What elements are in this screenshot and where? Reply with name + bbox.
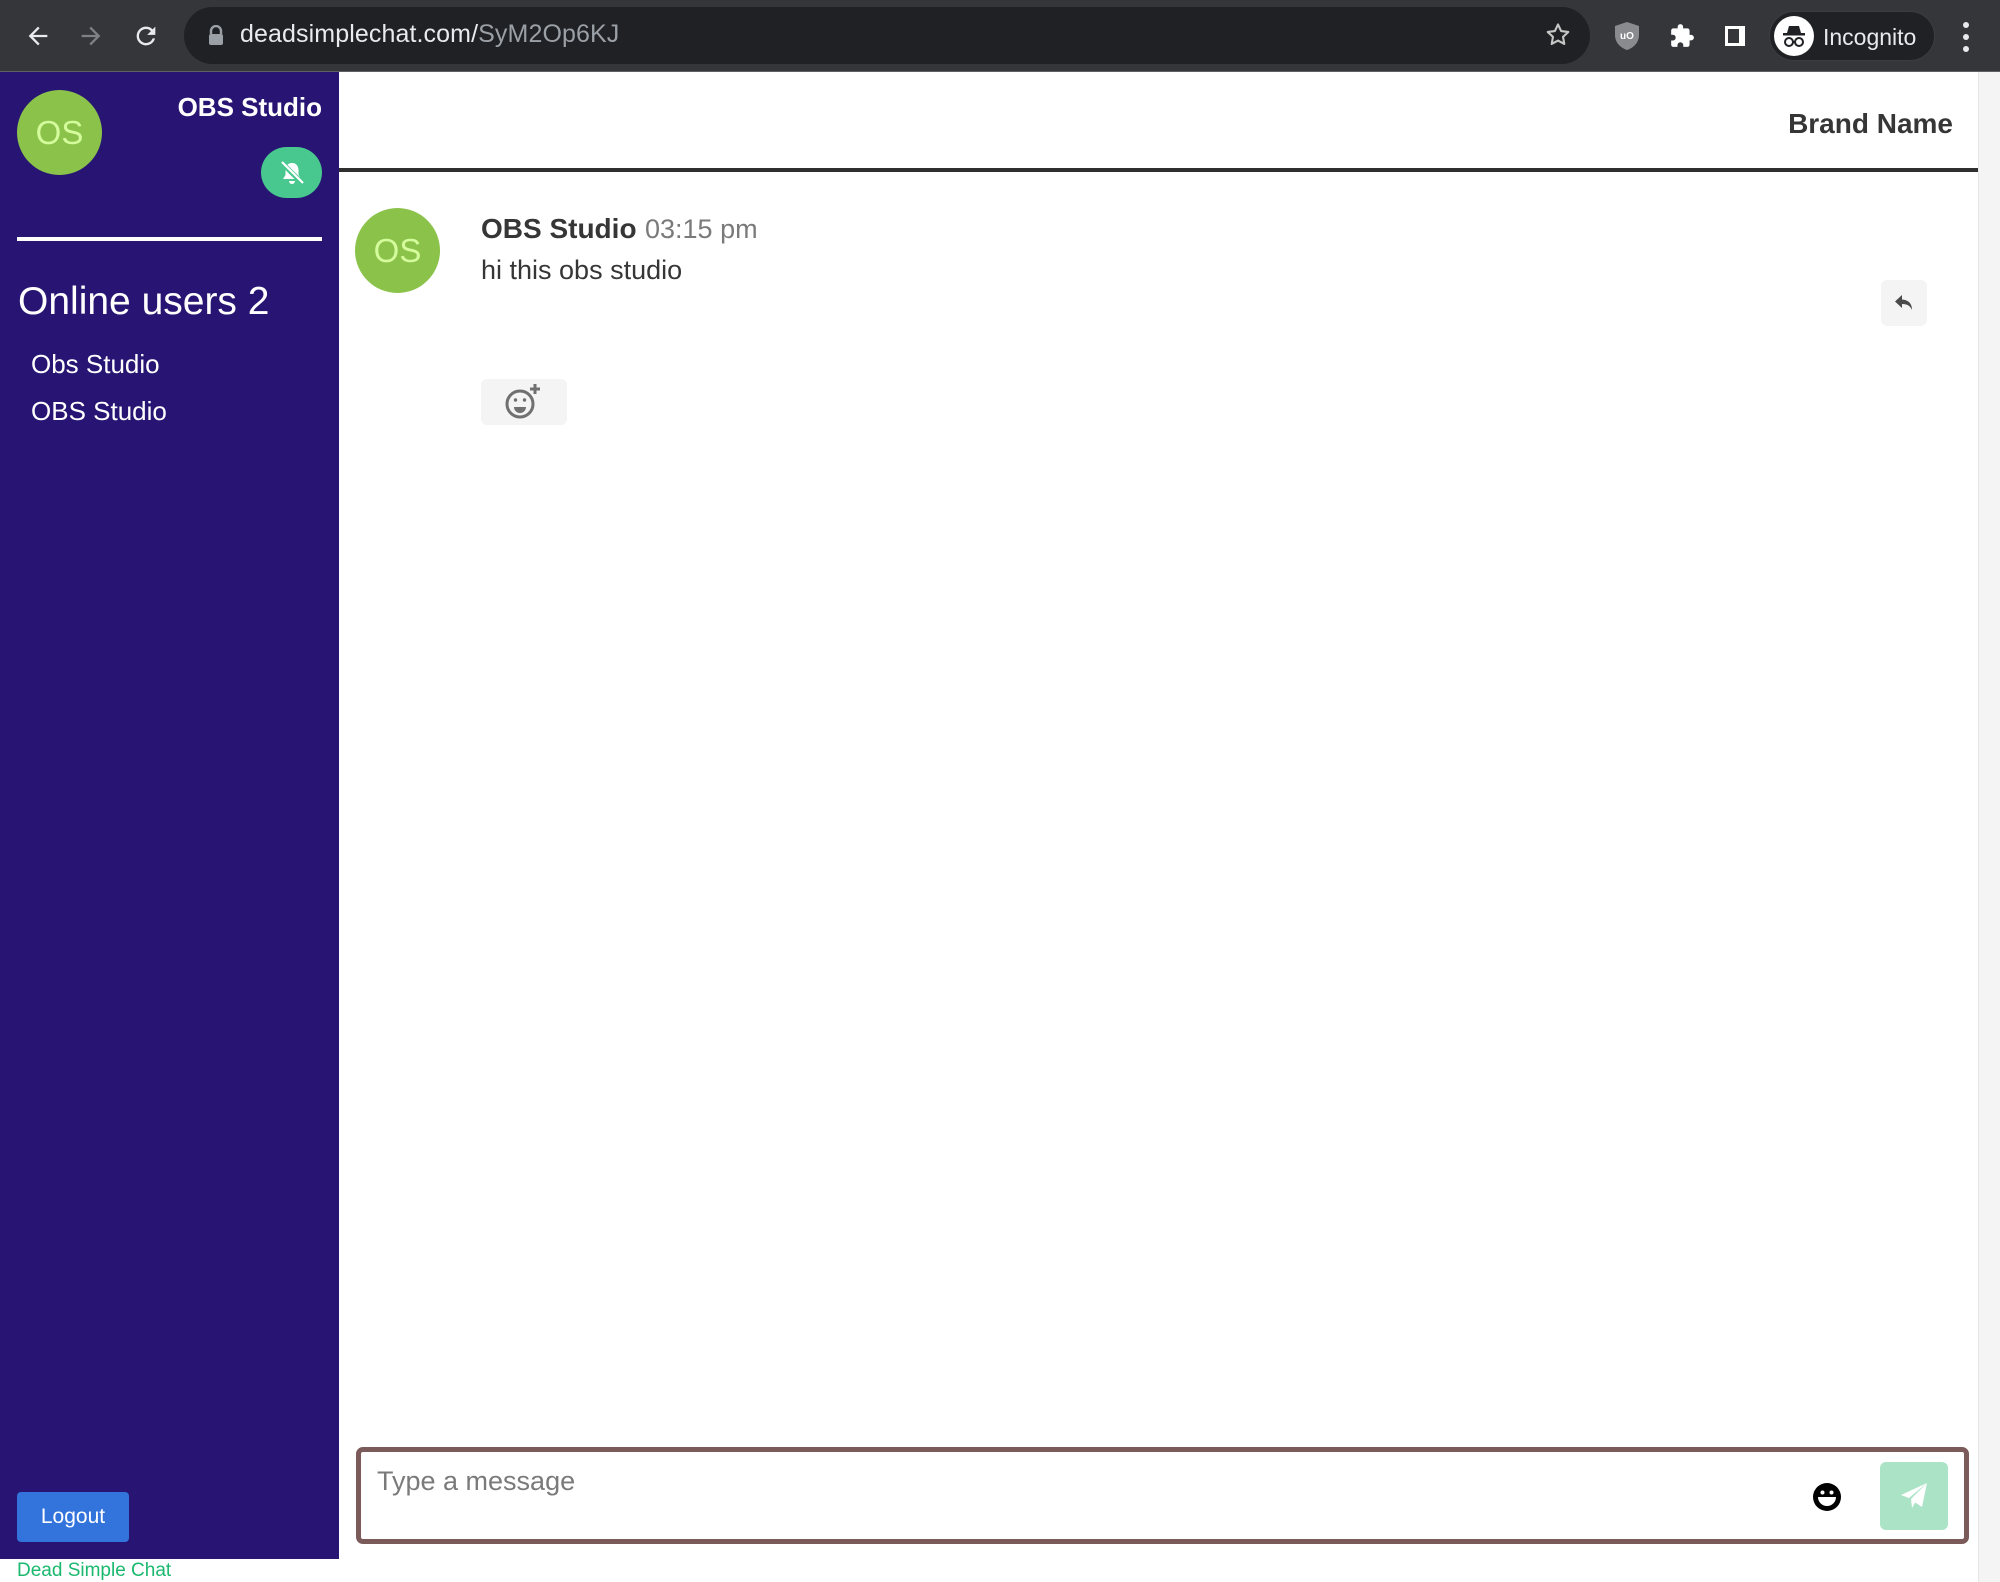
incognito-avatar	[1774, 16, 1814, 56]
sidebar: OS OBS Studio Online users 2 Obs Studio …	[0, 72, 339, 1559]
notification-toggle-button[interactable]	[261, 147, 322, 198]
back-button[interactable]	[18, 16, 58, 56]
star-icon[interactable]	[1544, 21, 1572, 49]
side-panel-icon	[1725, 26, 1745, 46]
message-author: OBS Studio	[481, 213, 637, 244]
emoji-icon	[1813, 1483, 1841, 1511]
chat-header: Brand Name	[339, 72, 1978, 172]
reply-button[interactable]	[1881, 280, 1927, 326]
current-user-name: OBS Studio	[177, 92, 322, 122]
message-input[interactable]	[377, 1460, 1757, 1502]
reload-button[interactable]	[126, 16, 166, 56]
paper-plane-icon	[1901, 1483, 1927, 1508]
message-composer	[356, 1447, 1969, 1544]
reload-icon	[136, 26, 156, 46]
online-users-title: Online users 2	[18, 280, 270, 323]
emoji-picker-button[interactable]	[1812, 1482, 1842, 1512]
sidebar-divider	[17, 237, 322, 241]
extensions-button[interactable]	[1664, 18, 1700, 54]
add-reaction-button[interactable]	[481, 379, 567, 425]
reply-icon	[1895, 295, 1912, 310]
ublock-extension-button[interactable]: uO	[1609, 18, 1645, 54]
address-bar[interactable]: deadsimplechat.com/SyM2Op6KJ	[184, 7, 1590, 64]
url-text: deadsimplechat.com/SyM2Op6KJ	[240, 20, 619, 49]
url-path: SyM2Op6KJ	[478, 20, 620, 48]
message-text: hi this obs studio	[481, 255, 683, 285]
browser-toolbar: deadsimplechat.com/SyM2Op6KJ uO Incognit…	[0, 0, 2000, 72]
send-button[interactable]	[1880, 1462, 1948, 1530]
ublock-shield-icon: uO	[1615, 22, 1639, 50]
message-header: OBS Studio 03:15 pm	[481, 213, 758, 245]
menu-dots-icon[interactable]	[1956, 20, 1976, 54]
forward-button[interactable]	[71, 16, 111, 56]
side-panel-button[interactable]	[1717, 18, 1753, 54]
incognito-icon	[1783, 26, 1805, 47]
bell-slash-icon	[278, 159, 305, 186]
forward-arrow-icon	[81, 26, 101, 46]
page-scrollbar[interactable]	[1978, 72, 2000, 1582]
extensions-puzzle-icon	[1671, 24, 1694, 47]
chat-page: OS OBS Studio Online users 2 Obs Studio …	[0, 72, 2000, 1582]
current-user-avatar: OS	[17, 90, 102, 175]
lock-icon	[209, 25, 223, 45]
online-user-list: Obs Studio OBS Studio	[31, 345, 167, 439]
profile-label: Incognito	[1823, 24, 1917, 50]
svg-text:uO: uO	[1620, 31, 1634, 42]
footer-brand-link[interactable]: Dead Simple Chat	[17, 1560, 171, 1582]
add-reaction-icon	[505, 384, 540, 419]
logout-button[interactable]: Logout	[17, 1492, 129, 1542]
online-user-item[interactable]: Obs Studio	[31, 345, 167, 392]
online-user-item[interactable]: OBS Studio	[31, 392, 167, 439]
message-time: 03:15 pm	[645, 214, 758, 244]
brand-name: Brand Name	[1788, 108, 1953, 139]
message-avatar: OS	[355, 208, 440, 293]
back-arrow-icon	[28, 26, 48, 46]
message-item: OS OBS Studio 03:15 pm hi this obs studi…	[355, 208, 1945, 425]
url-host: deadsimplechat.com/	[240, 20, 479, 48]
profile-button[interactable]: Incognito	[1769, 11, 1935, 61]
